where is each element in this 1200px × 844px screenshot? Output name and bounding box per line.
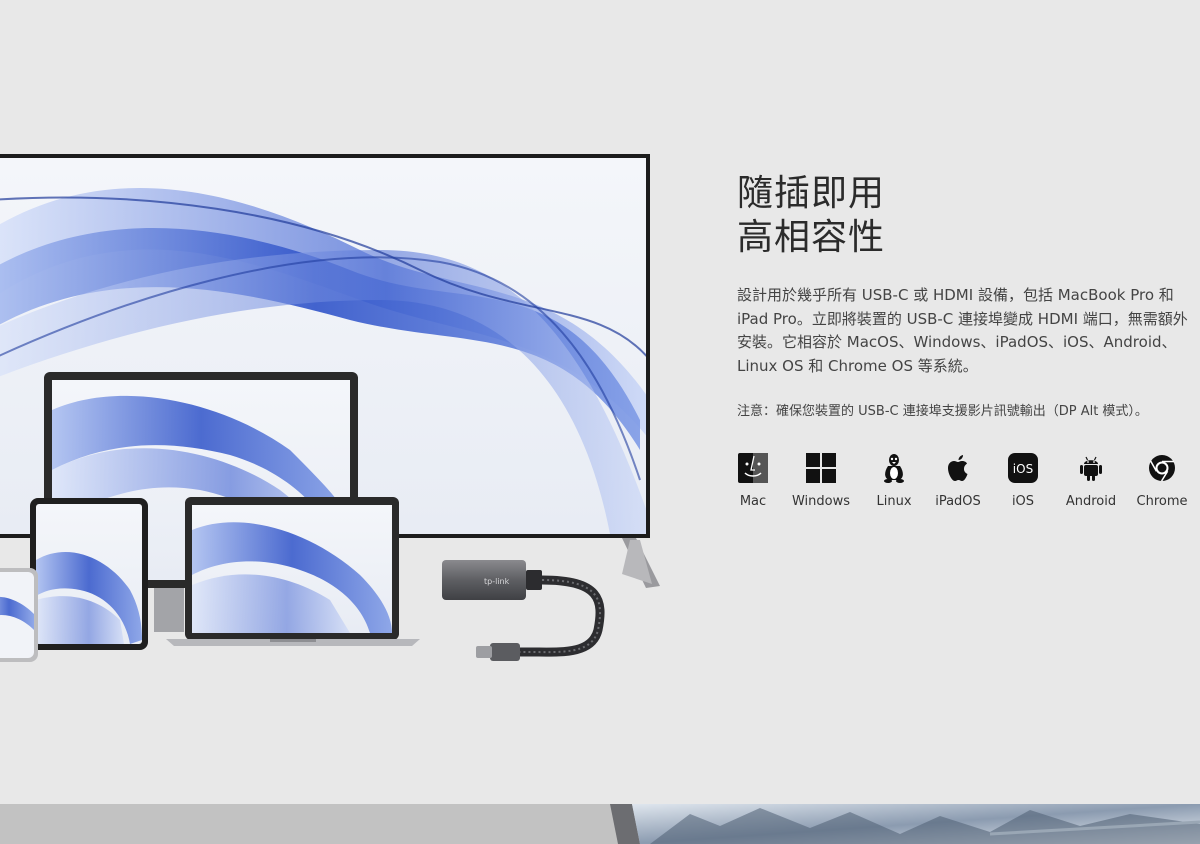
os-label-chrome: Chrome bbox=[1136, 494, 1188, 509]
adapter-logo: tp-link bbox=[484, 577, 510, 586]
ios-icon: iOS bbox=[1007, 452, 1039, 484]
feature-description: 設計用於幾乎所有 USB-C 或 HDMI 設備，包括 MacBook Pro … bbox=[737, 286, 1188, 375]
usb-c-hdmi-adapter: tp-link bbox=[442, 560, 605, 661]
os-item-windows: Windows bbox=[781, 452, 861, 514]
mac-finder-icon bbox=[737, 452, 769, 484]
laptop-small bbox=[166, 497, 420, 646]
compatibility-note: 注意：確保您裝置的 USB-C 連接埠支援影片訊號輸出（DP Alt 模式）。 bbox=[737, 404, 1148, 419]
feature-heading: 隨插即用 高相容性 bbox=[737, 172, 885, 260]
os-item-chrome: Chrome bbox=[1122, 452, 1200, 514]
ios-icon-text: iOS bbox=[1013, 462, 1033, 476]
tablet bbox=[30, 498, 148, 650]
phone bbox=[0, 568, 38, 662]
product-illustration: tp-link bbox=[0, 154, 660, 662]
chrome-icon bbox=[1146, 452, 1178, 484]
heading-line-2: 高相容性 bbox=[737, 217, 886, 258]
android-icon bbox=[1075, 452, 1107, 484]
os-compatibility-list: Mac Windows Linux iPadOS iOS iOS Android… bbox=[724, 452, 1200, 522]
os-item-android: Android bbox=[1051, 452, 1131, 514]
next-section-photo bbox=[610, 804, 1200, 844]
os-label-android: Android bbox=[1065, 494, 1117, 509]
os-label-windows: Windows bbox=[791, 494, 851, 509]
linux-tux-icon bbox=[878, 452, 910, 484]
heading-line-1: 隨插即用 bbox=[737, 173, 886, 214]
windows-icon bbox=[805, 452, 837, 484]
apple-icon bbox=[942, 452, 974, 484]
